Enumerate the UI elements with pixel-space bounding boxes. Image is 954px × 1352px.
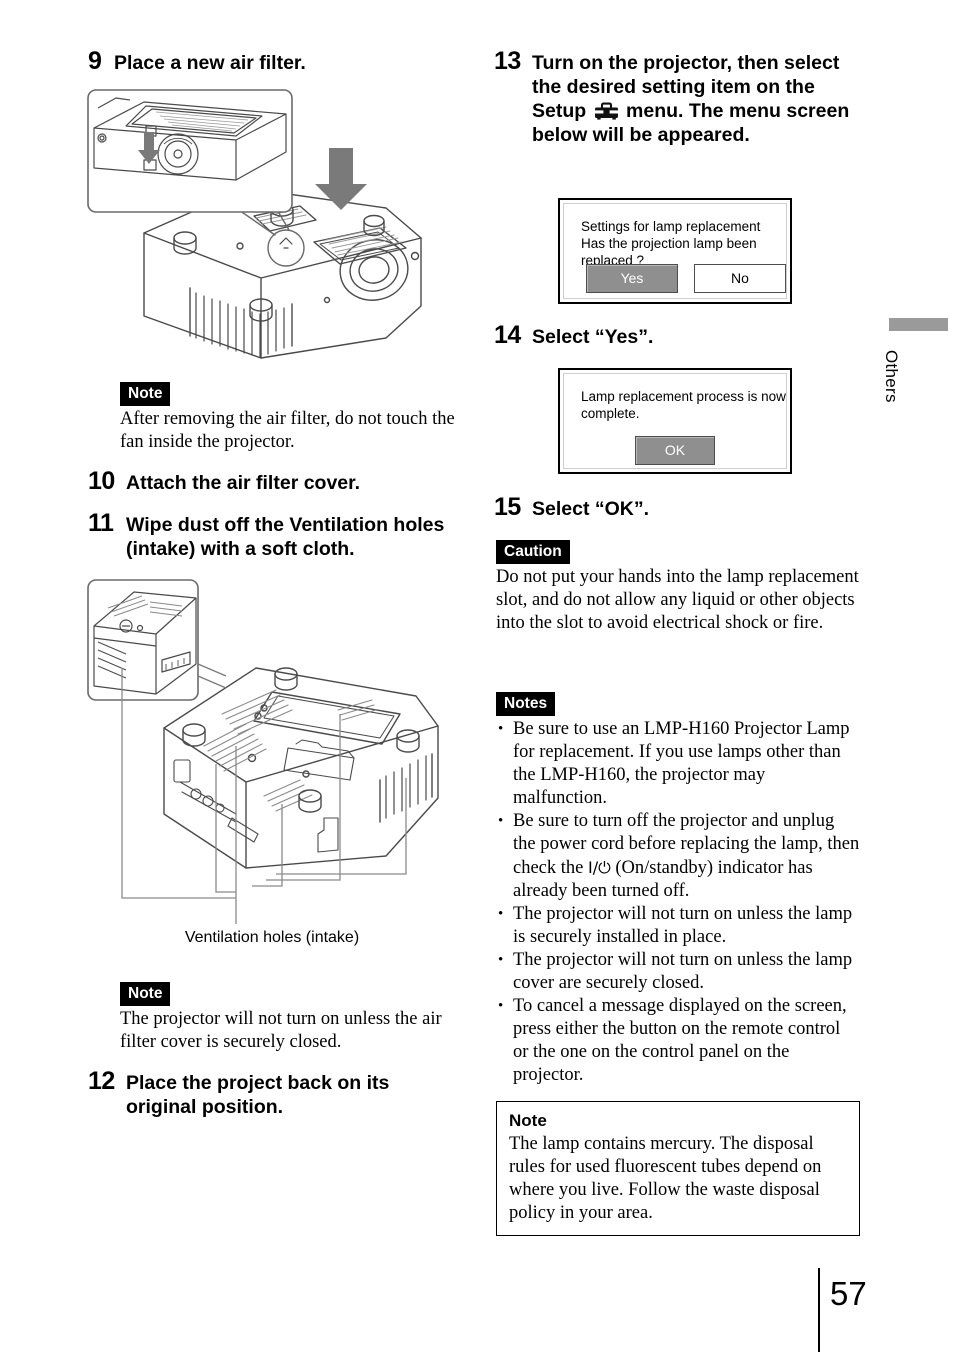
notes-tag-wrap: Notes — [496, 692, 860, 716]
dialog-message-2-line-1: Lamp replacement process is now complete… — [581, 389, 786, 421]
dialog-inner-frame: Settings for lamp replacement Has the pr… — [563, 203, 787, 299]
on-standby-icon: I/⏻ — [588, 858, 611, 877]
step-12-number: 12 — [88, 1067, 115, 1095]
dialog-button-row-2: OK — [564, 436, 786, 465]
lamp-complete-dialog: Lamp replacement process is now complete… — [558, 368, 792, 474]
manual-page: 9 Place a new air filter. Note After rem… — [0, 0, 954, 1352]
step-14-number: 14 — [494, 321, 521, 349]
section-tab-bar — [889, 318, 948, 331]
left-column: 9 Place a new air filter. — [88, 48, 460, 77]
lamp-replacement-dialog: Settings for lamp replacement Has the pr… — [558, 198, 792, 304]
note-item-3: The projector will not turn on unless th… — [496, 903, 860, 949]
note-tag-2: Note — [120, 982, 171, 1006]
step-10: 10 Attach the air filter cover. — [88, 468, 460, 497]
caution-tag-wrap: Caution — [496, 540, 860, 564]
note-item-3-text: The projector will not turn on unless th… — [513, 904, 853, 947]
yes-button[interactable]: Yes — [586, 264, 678, 293]
note-item-1-text: Be sure to use an LMP-H160 Projector Lam… — [513, 719, 850, 808]
step-13-text: Turn on the projector, then select the d… — [532, 48, 860, 147]
note-after-step-11: Note The projector will not turn on unle… — [120, 982, 460, 1054]
caution-text: Do not put your hands into the lamp repl… — [496, 567, 859, 633]
ok-button[interactable]: OK — [635, 436, 715, 465]
note-item-5-text: To cancel a message displayed on the scr… — [513, 996, 847, 1085]
dialog-message-line-1: Settings for lamp replacement — [581, 219, 761, 234]
notes-list: Be sure to use an LMP-H160 Projector Lam… — [496, 718, 860, 1087]
page-number: 57 — [830, 1275, 867, 1312]
step-15-number: 15 — [494, 493, 521, 521]
step-11-text: Wipe dust off the Ventilation holes (int… — [126, 514, 445, 560]
page-number-rule — [818, 1268, 820, 1352]
note-item-1: Be sure to use an LMP-H160 Projector Lam… — [496, 718, 860, 810]
dialog-message: Settings for lamp replacement Has the pr… — [564, 204, 786, 269]
notes-tag: Notes — [496, 692, 556, 716]
note-tag-wrap-2: Note — [120, 982, 460, 1006]
mercury-note-title: Note — [509, 1111, 547, 1130]
right-column: 13 Turn on the projector, then select th… — [494, 48, 860, 149]
step-11: 11 Wipe dust off the Ventilation holes (… — [88, 510, 460, 563]
step-14-text: Select “Yes”. — [532, 326, 654, 348]
note-tag: Note — [120, 382, 171, 406]
ventilation-holes-illustration — [86, 568, 458, 928]
note-item-4: The projector will not turn on unless th… — [496, 949, 860, 995]
step-13: 13 Turn on the projector, then select th… — [494, 48, 860, 147]
step-9-text: Place a new air filter. — [114, 52, 306, 74]
caution-tag: Caution — [496, 540, 570, 564]
step-9-number: 9 — [88, 47, 102, 75]
step-15-text: Select “OK”. — [532, 498, 650, 520]
note-after-step-9: Note After removing the air filter, do n… — [120, 382, 460, 454]
step-10-number: 10 — [88, 467, 115, 495]
step-10-text: Attach the air filter cover. — [126, 472, 361, 494]
ventilation-caption: Ventilation holes (intake) — [184, 929, 360, 946]
note-item-4-text: The projector will not turn on unless th… — [513, 950, 853, 993]
note-tag-wrap: Note — [120, 382, 460, 406]
dialog-inner-frame-2: Lamp replacement process is now complete… — [563, 373, 787, 469]
step-11-number: 11 — [88, 509, 114, 537]
step-12-text: Place the project back on its original p… — [126, 1072, 390, 1118]
step-14: 14 Select “Yes”. — [494, 322, 860, 351]
section-tab-label: Others — [882, 350, 901, 403]
caution-block: Caution Do not put your hands into the l… — [496, 540, 860, 635]
note-item-5: To cancel a message displayed on the scr… — [496, 995, 860, 1087]
dialog-button-row: Yes No — [586, 264, 786, 293]
step-9: 9 Place a new air filter. — [88, 48, 460, 75]
note-after-step-11-text: The projector will not turn on unless th… — [120, 1009, 442, 1052]
note-after-step-9-text: After removing the air filter, do not to… — [120, 409, 455, 452]
mercury-note-box: Note The lamp contains mercury. The disp… — [496, 1101, 860, 1236]
step-15: 15 Select “OK”. — [494, 494, 860, 523]
dialog-message-2: Lamp replacement process is now complete… — [564, 374, 786, 422]
step-13-number: 13 — [494, 47, 521, 75]
mercury-note-text: The lamp contains mercury. The disposal … — [509, 1134, 822, 1223]
step-12: 12 Place the project back on its origina… — [88, 1068, 460, 1121]
no-button[interactable]: No — [694, 264, 786, 293]
air-filter-illustration — [86, 88, 438, 366]
toolbox-icon — [594, 101, 619, 120]
notes-block: Notes Be sure to use an LMP-H160 Project… — [496, 692, 860, 1236]
note-item-2: Be sure to turn off the projector and un… — [496, 810, 860, 903]
